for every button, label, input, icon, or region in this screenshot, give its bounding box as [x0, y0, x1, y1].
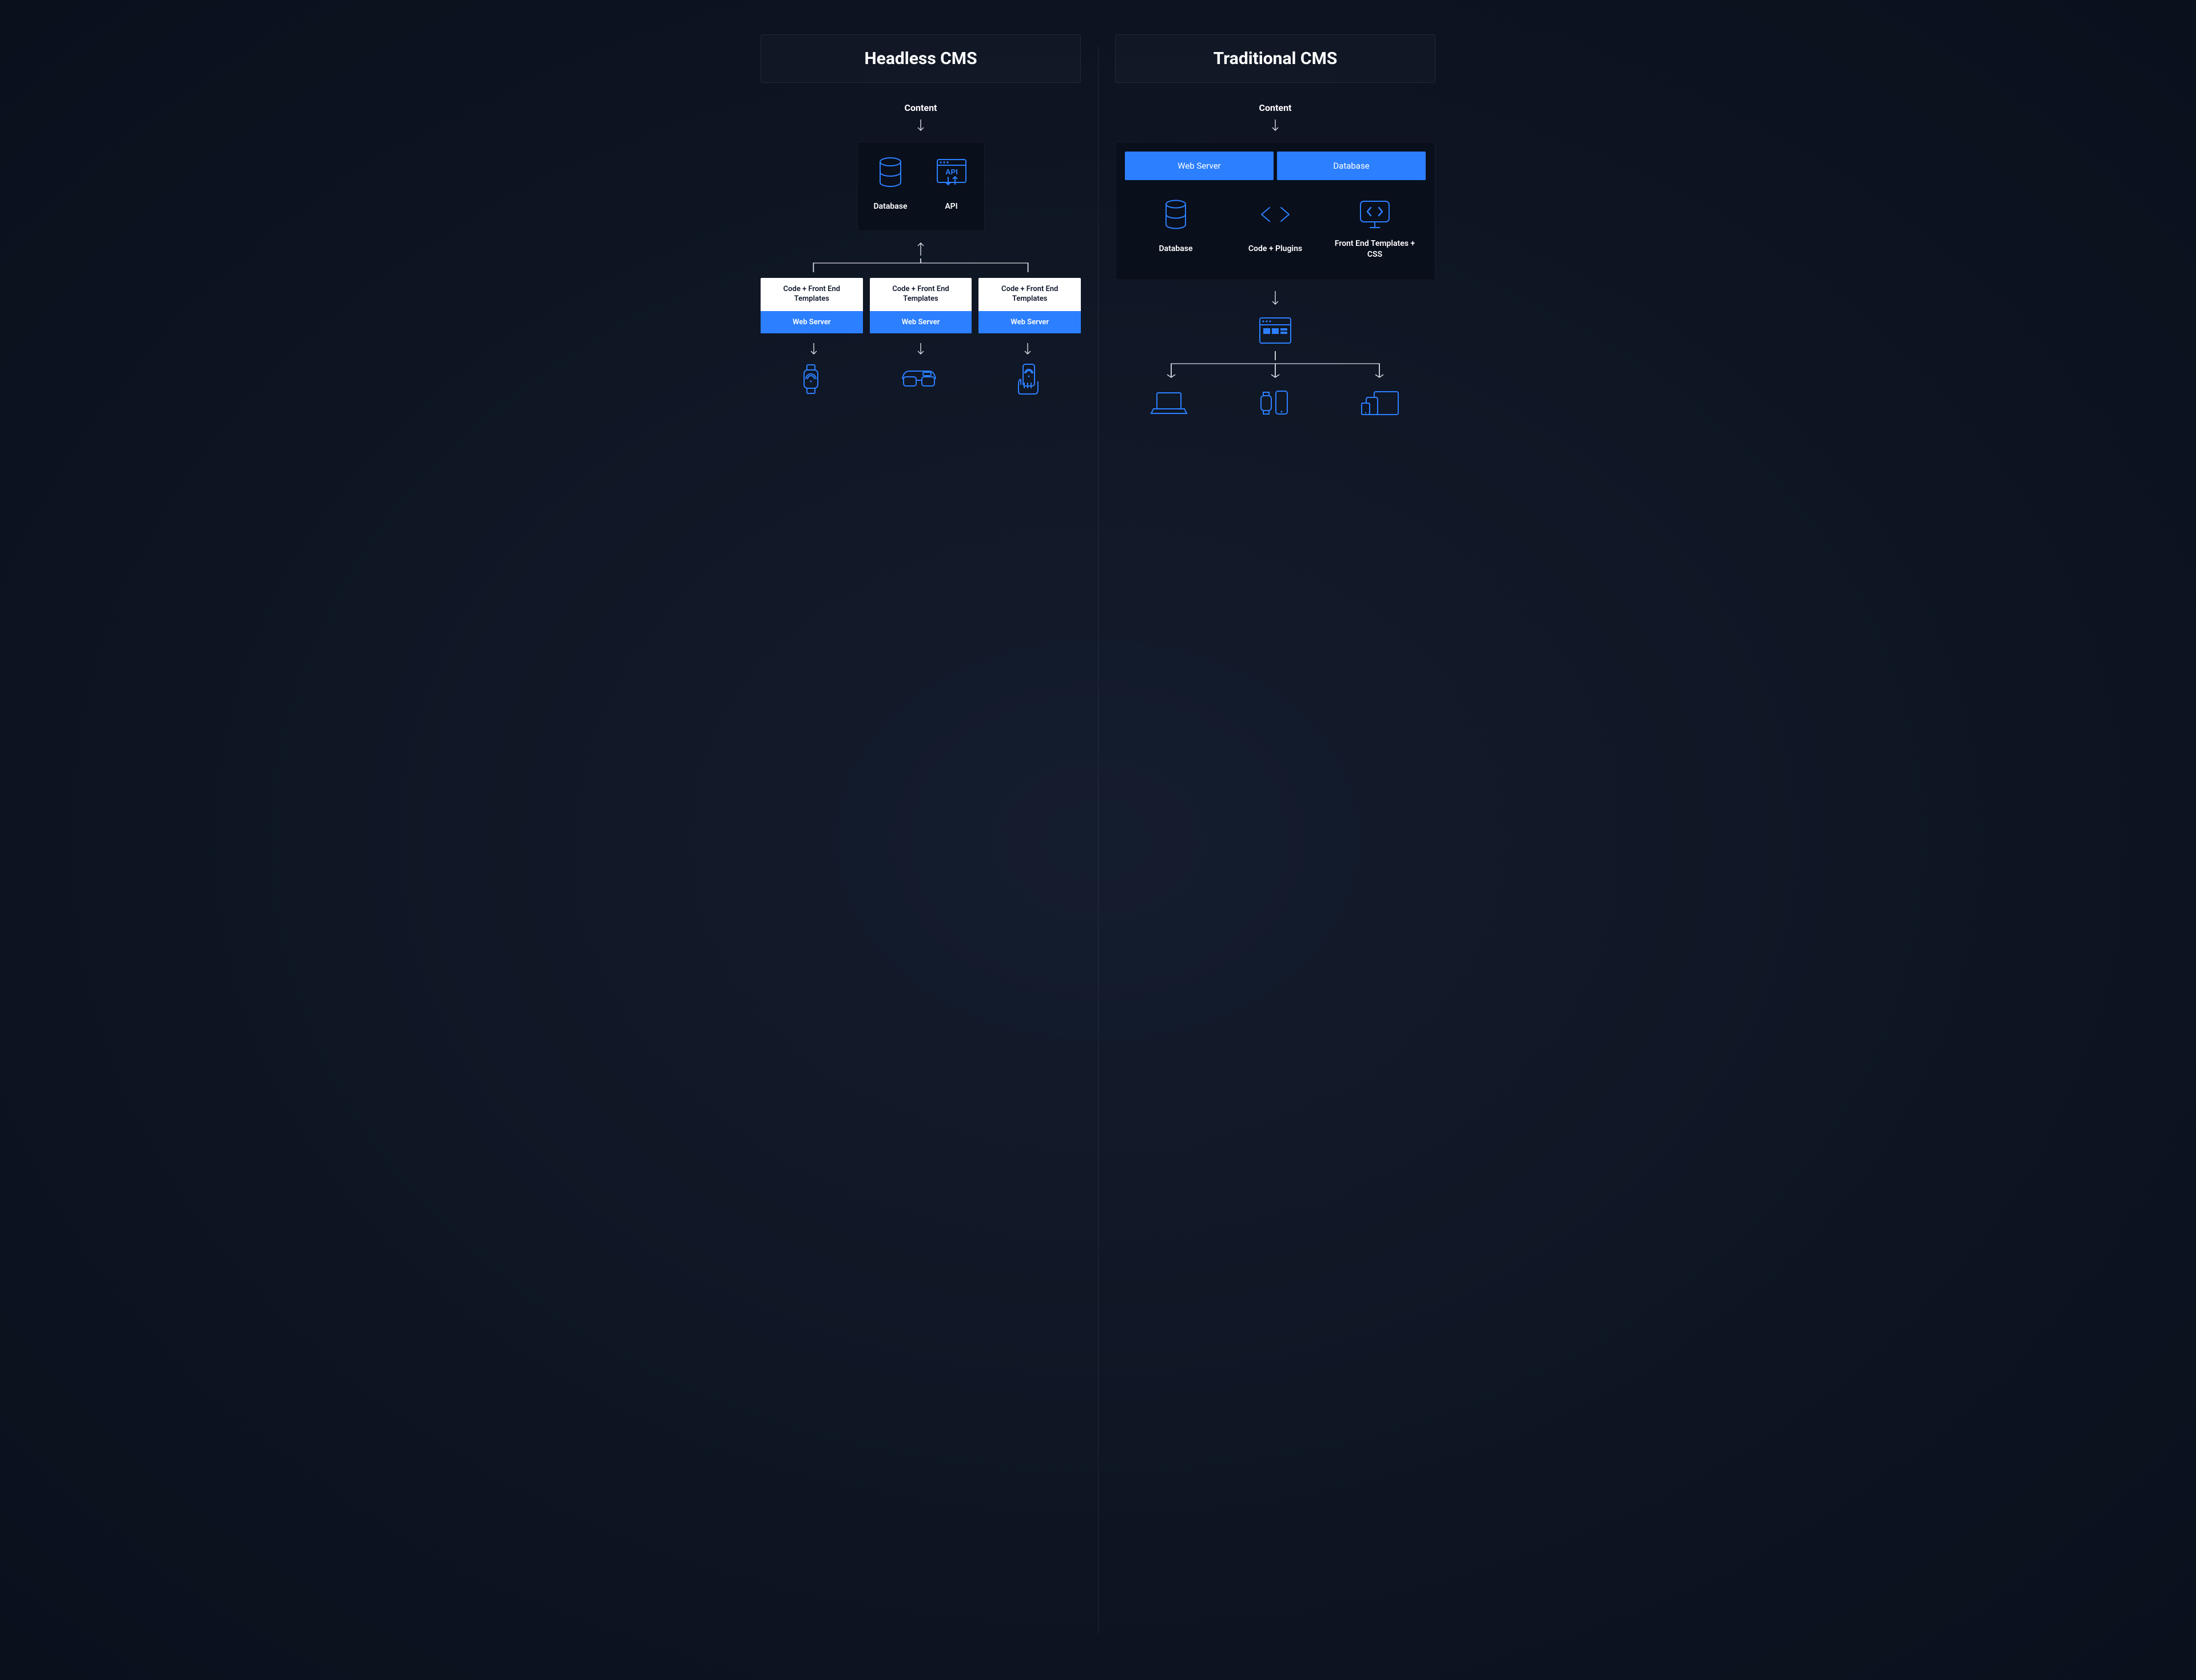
bracket-connector	[761, 258, 1081, 272]
card-top-label: Code + Front End Templates	[761, 278, 863, 311]
content-label: Content	[905, 102, 937, 113]
svg-text:API: API	[945, 168, 958, 176]
code-plugins-cell: Code + Plugins	[1231, 198, 1319, 260]
arrow-up-icon	[917, 241, 925, 258]
arrow-down-icon	[1271, 119, 1279, 134]
arrow-down-icon	[810, 343, 818, 355]
database-cell: Database	[1132, 198, 1220, 260]
arrow-down-icon	[1271, 290, 1279, 308]
stack-icons-row: Database Code + Plugins	[1125, 194, 1426, 270]
traditional-column: Traditional CMS Content Web Server Datab…	[1115, 34, 1435, 1646]
database-tab: Database	[1277, 152, 1426, 180]
traditional-devices-row	[1115, 389, 1435, 420]
fan-out-connector	[1115, 351, 1435, 383]
code-plugins-label: Code + Plugins	[1248, 238, 1302, 259]
watch-phone-icon	[1258, 389, 1291, 420]
api-label: API	[945, 196, 957, 217]
headless-title: Headless CMS	[761, 34, 1081, 83]
card-top-label: Code + Front End Templates	[978, 278, 1081, 311]
arrow-down-icon	[1024, 343, 1032, 355]
frontend-cards-row: Code + Front End Templates Web Server Co…	[761, 278, 1081, 333]
api-cell: API API	[935, 156, 968, 217]
headless-backend-panel: Database API	[857, 142, 985, 231]
database-cell: Database	[874, 156, 908, 217]
arrow-down-icon	[917, 119, 925, 134]
frontend-card: Code + Front End Templates Web Server	[870, 278, 972, 333]
database-icon	[1161, 198, 1190, 230]
website-icon	[1256, 316, 1294, 349]
frontend-card: Code + Front End Templates Web Server	[761, 278, 863, 333]
traditional-title: Traditional CMS	[1115, 34, 1435, 83]
smart-glasses-icon	[900, 368, 938, 393]
arrows-to-devices	[761, 343, 1081, 355]
frontend-card: Code + Front End Templates Web Server	[978, 278, 1081, 333]
database-icon	[876, 156, 905, 188]
laptop-icon	[1150, 391, 1188, 418]
code-icon	[1258, 198, 1292, 230]
database-label: Database	[874, 196, 908, 217]
card-top-label: Code + Front End Templates	[870, 278, 972, 311]
phone-in-hand-icon	[1015, 362, 1043, 399]
content-label: Content	[1259, 102, 1292, 113]
headless-column: Headless CMS Content Database	[761, 34, 1081, 1646]
database-label: Database	[1159, 238, 1193, 259]
vertical-divider	[1098, 46, 1099, 1634]
web-server-tab: Web Server	[1125, 152, 1274, 180]
cms-comparison-diagram: Headless CMS Content Database	[761, 34, 1435, 1646]
devices-group-icon	[1360, 389, 1401, 419]
api-icon: API	[935, 156, 968, 188]
card-bottom-label: Web Server	[761, 311, 863, 333]
headless-devices-row	[761, 362, 1081, 399]
smartwatch-icon	[799, 363, 823, 397]
templates-css-label: Front End Templates + CSS	[1331, 238, 1419, 260]
monitor-code-icon	[1357, 198, 1393, 230]
card-bottom-label: Web Server	[978, 311, 1081, 333]
templates-css-cell: Front End Templates + CSS	[1331, 198, 1419, 260]
traditional-stack-panel: Web Server Database Database	[1115, 142, 1435, 280]
arrow-down-icon	[917, 343, 925, 355]
card-bottom-label: Web Server	[870, 311, 972, 333]
tabs-row: Web Server Database	[1125, 152, 1426, 180]
